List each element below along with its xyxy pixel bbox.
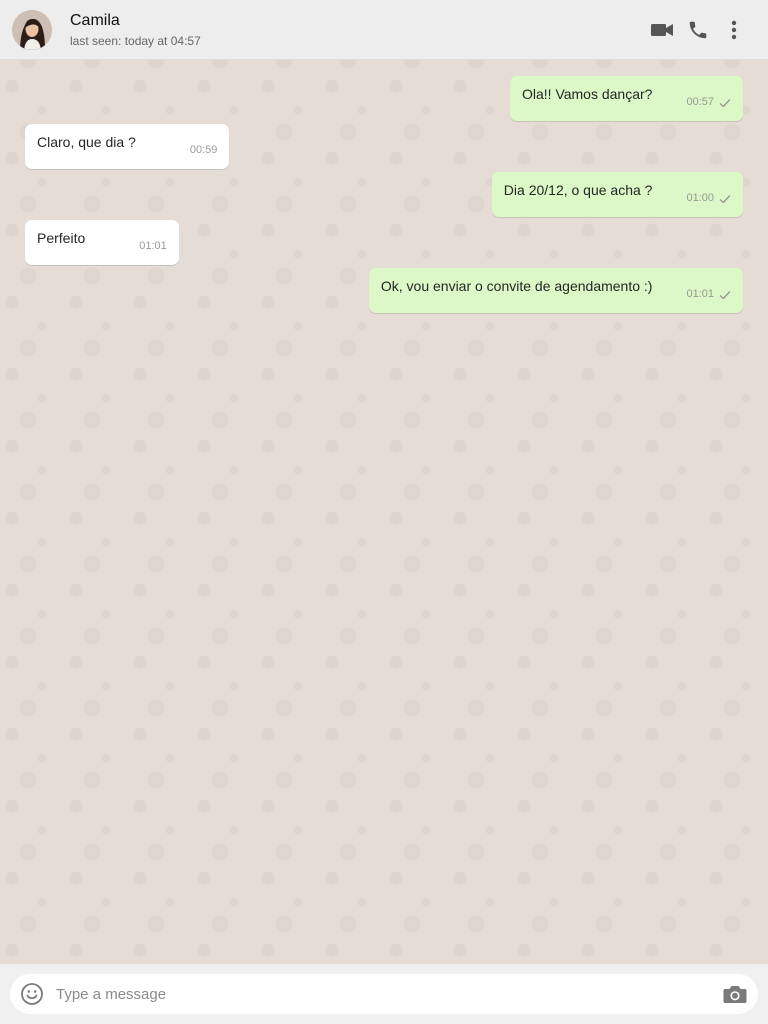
message-text: Dia 20/12, o que acha ?: [503, 182, 653, 198]
message-meta: 01:01: [139, 238, 167, 255]
message-meta: 00:59: [190, 142, 218, 159]
message-time: 01:01: [139, 240, 167, 252]
message-bubble-outgoing[interactable]: Dia 20/12, o que acha ? 01:00: [491, 172, 743, 217]
chat-header: Camila last seen: today at 04:57: [0, 0, 768, 60]
contact-name: Camila: [70, 11, 120, 29]
message-meta: 00:57: [686, 94, 731, 111]
voice-call-button[interactable]: [684, 16, 712, 44]
check-icon: [719, 290, 731, 300]
message-time: 01:01: [686, 288, 714, 300]
message-time: 00:59: [189, 144, 218, 156]
video-call-button[interactable]: [648, 16, 676, 44]
message-text: Ola!! Vamos dançar?: [521, 86, 653, 102]
message-bubble-incoming[interactable]: Perfeito 01:01: [25, 220, 179, 265]
more-vert-icon: [731, 20, 737, 39]
camera-button[interactable]: [722, 981, 748, 1007]
message-time: 00:57: [686, 96, 714, 108]
avatar-image: [12, 9, 52, 50]
message-bubble-outgoing[interactable]: Ok, vou enviar o convite de agendamento …: [368, 268, 743, 313]
composer-bar: [0, 964, 768, 1024]
message-meta: 01:01: [686, 286, 731, 303]
message-row-incoming: Perfeito 01:01: [0, 220, 768, 265]
header-actions: [640, 16, 748, 44]
message-row-outgoing: Ola!! Vamos dançar? 00:57: [0, 76, 768, 121]
message-text: Ok, vou enviar o convite de agendamento …: [380, 278, 653, 294]
check-icon: [719, 98, 731, 108]
contact-info[interactable]: Camila last seen: today at 04:57: [70, 11, 201, 49]
message-text: Claro, que dia ?: [37, 134, 136, 150]
composer: [10, 974, 758, 1014]
message-row-outgoing: Ok, vou enviar o convite de agendamento …: [0, 268, 768, 313]
message-row-incoming: Claro, que dia ? 00:59: [0, 124, 768, 169]
message-input[interactable]: [54, 984, 722, 1004]
message-bubble-incoming[interactable]: Claro, que dia ? 00:59: [25, 124, 230, 169]
video-call-icon: [651, 23, 673, 36]
message-bubble-outgoing[interactable]: Ola!! Vamos dançar? 00:57: [509, 76, 743, 121]
message-list: Ola!! Vamos dançar? 00:57 Claro, que dia…: [0, 60, 768, 964]
message-text: Perfeito: [37, 230, 86, 246]
message-time: 01:00: [686, 192, 714, 204]
message-row-outgoing: Dia 20/12, o que acha ? 01:00: [0, 172, 768, 217]
message-meta: 01:00: [686, 190, 731, 207]
emoji-icon: [21, 983, 43, 1005]
camera-icon: [723, 986, 747, 1003]
avatar[interactable]: [12, 9, 52, 50]
chat-app: Camila last seen: today at 04:57 Ola!! V…: [0, 0, 768, 1024]
menu-button[interactable]: [720, 16, 748, 44]
check-icon: [719, 194, 731, 204]
last-seen-status: last seen: today at 04:57: [70, 33, 201, 48]
emoji-button[interactable]: [20, 982, 44, 1006]
phone-icon: [689, 21, 707, 38]
